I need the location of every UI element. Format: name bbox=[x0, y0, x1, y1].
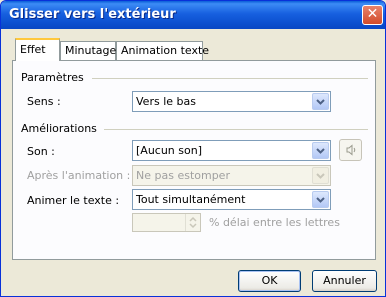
group-ameliorations-label: Améliorations bbox=[21, 122, 97, 135]
cancel-button-label: Annuler bbox=[323, 274, 366, 287]
group-parametres-divider bbox=[92, 78, 368, 79]
tab-effet-label: Effet bbox=[20, 43, 46, 56]
tab-animation-texte-label: Animation texte bbox=[121, 44, 210, 57]
tab-minutage[interactable]: Minutage bbox=[60, 41, 116, 60]
son-value: [Aucun son] bbox=[136, 144, 202, 157]
apres-animation-dropdown[interactable]: Ne pas estomper bbox=[132, 165, 331, 186]
window-title: Glisser vers l'extérieur bbox=[9, 7, 176, 22]
chevron-down-icon bbox=[316, 147, 325, 154]
animer-texte-dropdown[interactable]: Tout simultanément bbox=[132, 189, 331, 210]
animer-texte-label: Animer le texte : bbox=[27, 194, 120, 207]
group-ameliorations-divider bbox=[104, 129, 368, 130]
sens-dropdown-button[interactable] bbox=[312, 93, 329, 110]
son-dropdown[interactable]: [Aucun son] bbox=[132, 140, 331, 161]
son-dropdown-button[interactable] bbox=[312, 142, 329, 159]
delai-spinner-arrows[interactable] bbox=[185, 214, 200, 231]
title-bar[interactable]: Glisser vers l'extérieur ✕ bbox=[1, 1, 385, 29]
apres-animation-label: Après l'animation : bbox=[27, 169, 131, 182]
group-parametres-label: Paramètres bbox=[21, 71, 84, 84]
chevron-down-icon bbox=[316, 172, 325, 179]
sound-settings-button[interactable] bbox=[339, 139, 362, 161]
animer-texte-dropdown-button[interactable] bbox=[312, 191, 329, 208]
ok-button-label: OK bbox=[261, 274, 278, 287]
animer-texte-value: Tout simultanément bbox=[136, 193, 246, 206]
up-down-arrows-icon bbox=[189, 216, 197, 229]
close-button[interactable]: ✕ bbox=[362, 5, 383, 25]
tab-minutage-label: Minutage bbox=[65, 44, 117, 57]
speaker-icon bbox=[346, 144, 355, 156]
son-label: Son : bbox=[27, 145, 55, 158]
tab-effet[interactable]: Effet bbox=[15, 38, 60, 61]
close-icon: ✕ bbox=[366, 6, 379, 22]
sens-value: Vers le bas bbox=[136, 95, 196, 108]
tab-panel-effet: Paramètres Sens : Vers le bas Améliorati… bbox=[12, 60, 376, 260]
ok-button[interactable]: OK bbox=[238, 270, 301, 292]
sens-label: Sens : bbox=[27, 95, 61, 108]
chevron-down-icon bbox=[316, 98, 325, 105]
dialog-window: Glisser vers l'extérieur ✕ Effet Minutag… bbox=[0, 0, 386, 297]
apres-animation-dropdown-button[interactable] bbox=[312, 167, 329, 184]
delai-spinner[interactable] bbox=[132, 213, 201, 232]
sens-dropdown[interactable]: Vers le bas bbox=[132, 91, 331, 112]
delai-label: % délai entre les lettres bbox=[209, 216, 340, 229]
tab-animation-texte[interactable]: Animation texte bbox=[116, 41, 209, 60]
apres-animation-value: Ne pas estomper bbox=[136, 169, 230, 182]
cancel-button[interactable]: Annuler bbox=[312, 270, 377, 292]
chevron-down-icon bbox=[316, 196, 325, 203]
